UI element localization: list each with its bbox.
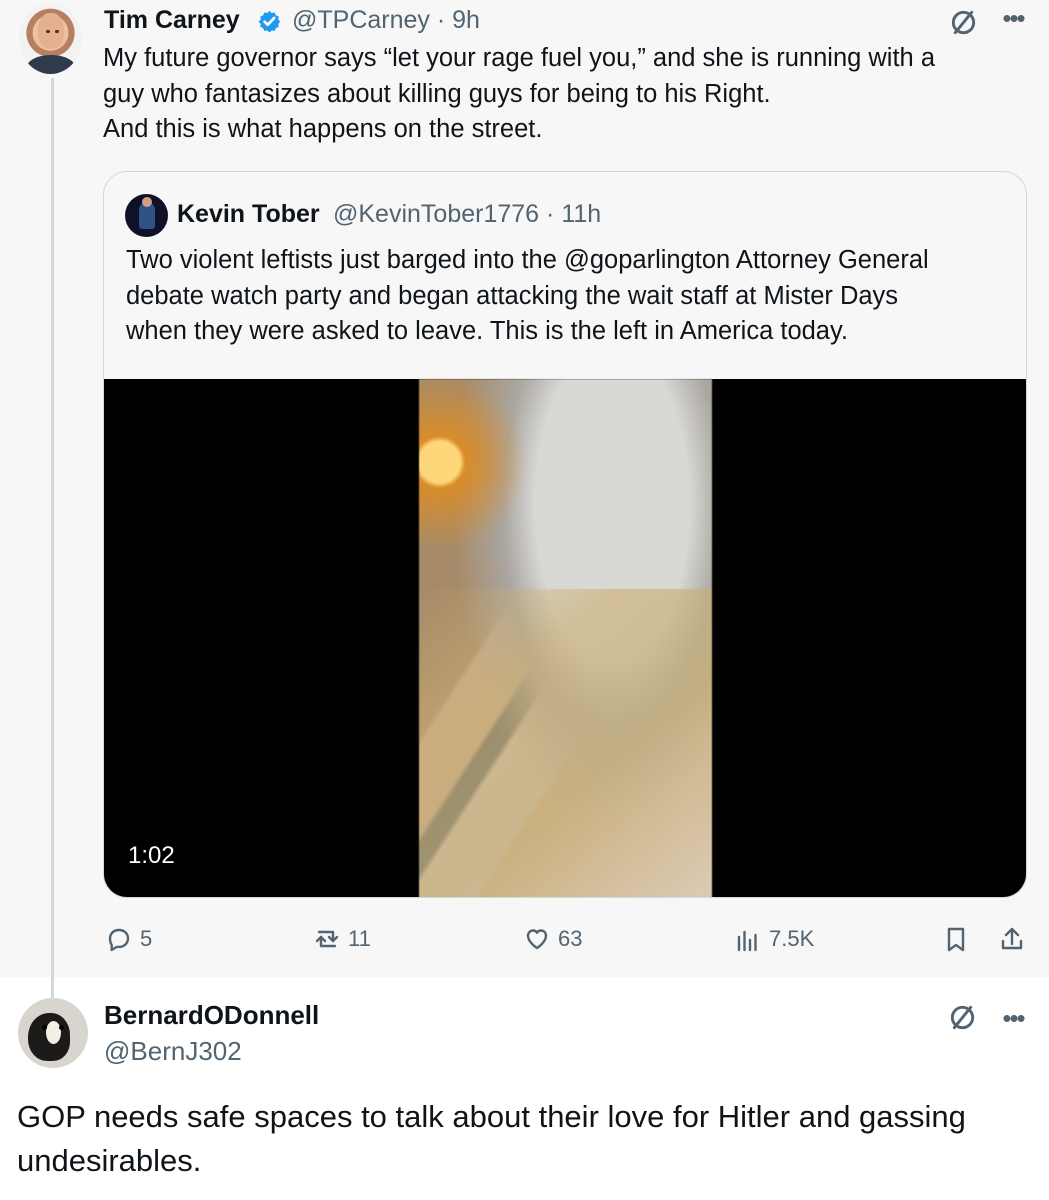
quoted-tweet-card[interactable]: Kevin Tober @KevinTober1776 · 11h Two vi…: [103, 171, 1027, 898]
view-count: 7.5K: [769, 926, 815, 951]
no-entry-icon: [951, 10, 975, 34]
tweet-body-line: And this is what happens on the street.: [103, 115, 543, 143]
dot-separator: ·: [546, 200, 555, 228]
quoted-body-line: debate watch party and began attacking t…: [126, 282, 899, 310]
tim-carney-avatar[interactable]: [19, 3, 82, 74]
avatar-eye: [46, 30, 50, 33]
share-button[interactable]: [996, 923, 1033, 955]
author-name[interactable]: Tim Carney: [104, 5, 240, 35]
main-tweet-card[interactable]: Tim Carney @TPCarney · 9h ••• My future …: [0, 0, 1049, 998]
bernard-odonnell-avatar[interactable]: [18, 998, 88, 1068]
quoted-body-line: when they were asked to leave. This is t…: [126, 317, 848, 345]
more-horizontal-icon: •••: [1002, 1002, 1025, 1033]
tweet-time[interactable]: 9h: [452, 6, 480, 34]
quoted-author-handle[interactable]: @KevinTober1776: [333, 200, 539, 228]
avatar-face: [38, 13, 64, 49]
quoted-author-name[interactable]: Kevin Tober: [177, 199, 320, 229]
no-entry-icon: [950, 1005, 974, 1029]
avatar-dog-marking: [46, 1021, 61, 1044]
bookmark-button[interactable]: [940, 923, 977, 955]
avatar-shirt: [27, 55, 75, 74]
video-frame[interactable]: [419, 379, 712, 897]
author-handle[interactable]: @TPCarney: [292, 6, 430, 34]
heart-icon: [526, 929, 548, 950]
reply-author-handle[interactable]: @BernJ302: [104, 1035, 242, 1067]
dot-separator: ·: [436, 6, 446, 34]
tweet-body-line: My future governor says “let your rage f…: [103, 44, 935, 72]
reply-icon: [108, 928, 130, 952]
avatar-eye: [42, 1025, 47, 1030]
video-player[interactable]: 1:02: [104, 379, 1026, 897]
reply-action[interactable]: 5: [103, 923, 152, 955]
avatar-eye: [55, 30, 59, 33]
share-icon: [1001, 927, 1023, 950]
like-count: 63: [558, 926, 583, 951]
repost-action[interactable]: 11: [311, 923, 371, 955]
author-handle-time[interactable]: @TPCarney · 9h: [292, 5, 480, 35]
quoted-tweet-time[interactable]: 11h: [561, 200, 601, 228]
thread-line: [51, 78, 54, 998]
quoted-body-line: Two violent leftists just barged into th…: [126, 246, 929, 274]
repost-count: 11: [348, 926, 371, 951]
reply-count: 5: [140, 926, 153, 951]
avatar-head: [142, 197, 152, 207]
no-entry-button[interactable]: [945, 4, 981, 40]
quoted-author-handle-time[interactable]: @KevinTober1776 · 11h: [333, 199, 601, 229]
verified-badge-icon: [258, 10, 281, 33]
more-horizontal-icon: •••: [1002, 2, 1025, 33]
reply-body-line: GOP needs safe spaces to talk about thei…: [17, 1099, 966, 1134]
more-options-button[interactable]: •••: [995, 2, 1031, 33]
avatar-eye: [59, 1025, 64, 1030]
reply-more-options-button[interactable]: •••: [995, 1002, 1031, 1033]
reply-author-name[interactable]: BernardODonnell: [104, 999, 319, 1031]
bookmark-icon: [947, 927, 965, 952]
video-duration: 1:02: [128, 842, 175, 869]
reply-body: GOP needs safe spaces to talk about thei…: [17, 1095, 1027, 1183]
views-icon: [737, 930, 757, 952]
like-action[interactable]: 63: [521, 923, 582, 955]
tweet-body-line: guy who fantasizes about killing guys fo…: [103, 80, 771, 108]
no-entry-button[interactable]: [944, 999, 980, 1035]
reply-body-line: undesirables.: [17, 1143, 202, 1178]
kevin-tober-avatar[interactable]: [125, 194, 168, 237]
views-action[interactable]: 7.5K: [732, 923, 814, 955]
repost-icon: [315, 930, 339, 948]
